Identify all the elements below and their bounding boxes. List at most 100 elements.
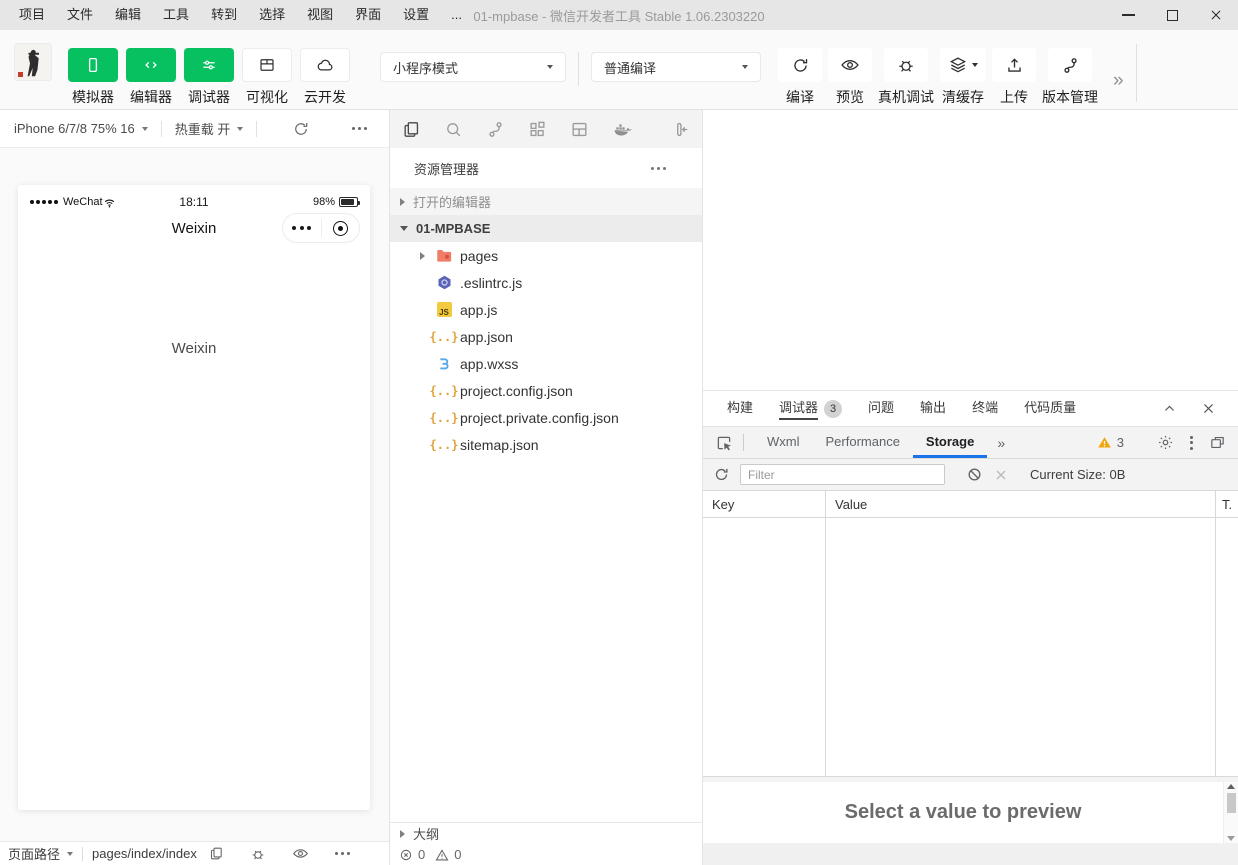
cloud-dev-button[interactable]: 云开发	[296, 48, 354, 109]
hot-reload-select[interactable]: 热重载 开	[175, 119, 244, 138]
editor-toggle-button[interactable]: 编辑器	[122, 48, 180, 109]
menu-settings[interactable]: 设置	[392, 0, 440, 30]
menu-goto[interactable]: 转到	[200, 0, 248, 30]
devtools-settings-button[interactable]	[1157, 434, 1174, 451]
user-avatar[interactable]	[14, 43, 52, 81]
explorer-more-button[interactable]	[651, 167, 666, 170]
tree-item-appjson[interactable]: {..} app.json	[390, 323, 702, 350]
menu-file[interactable]: 文件	[56, 0, 104, 30]
docker-button[interactable]	[612, 119, 633, 140]
tree-item-appjs[interactable]: JS app.js	[390, 296, 702, 323]
toolbar-overflow-chevron[interactable]: »	[1113, 70, 1124, 109]
subtab-performance[interactable]: Performance	[813, 427, 913, 458]
tree-item-projectprivateconfig[interactable]: {..} project.private.config.json	[390, 404, 702, 431]
clear-storage-button[interactable]	[966, 466, 983, 483]
preview-scrollbar[interactable]	[1223, 782, 1238, 843]
visualization-button[interactable]: 可视化	[238, 48, 296, 109]
page-path-select[interactable]: 页面路径	[8, 844, 73, 863]
tab-debugger[interactable]: 调试器 3	[779, 397, 842, 420]
open-editors-section[interactable]: 打开的编辑器	[390, 188, 702, 215]
menu-tools[interactable]: 工具	[152, 0, 200, 30]
version-control-button[interactable]: 版本管理	[1039, 48, 1101, 109]
capsule-home-button[interactable]	[322, 221, 360, 236]
maximize-button[interactable]	[1150, 0, 1194, 30]
menu-more[interactable]: ...	[440, 0, 473, 30]
tree-item-appwxss[interactable]: app.wxss	[390, 350, 702, 377]
console-warning-counter[interactable]: 3	[1097, 435, 1124, 450]
problems-counter[interactable]: 0 0	[390, 844, 702, 865]
compile-button[interactable]: 编译	[775, 48, 825, 109]
panel-collapse-button[interactable]	[1162, 401, 1177, 416]
tree-item-eslintrc[interactable]: .eslintrc.js	[390, 269, 702, 296]
phone-status-bar: WeChat 18:11 98%	[18, 185, 370, 209]
close-button[interactable]	[1194, 0, 1238, 30]
simulator-refresh-button[interactable]	[292, 120, 310, 138]
collapse-sidebar-button[interactable]	[671, 120, 690, 139]
dock-side-button[interactable]	[1209, 434, 1226, 451]
menu-select[interactable]: 选择	[248, 0, 296, 30]
subtab-overflow-chevron[interactable]: »	[987, 427, 1015, 458]
column-value[interactable]: Value	[826, 491, 1216, 517]
menu-project[interactable]: 项目	[8, 0, 56, 30]
scroll-up-arrow-icon[interactable]	[1227, 784, 1235, 789]
mode-select[interactable]: 小程序模式	[380, 52, 566, 82]
subtab-wxml[interactable]: Wxml	[754, 427, 813, 458]
delete-selected-button[interactable]	[993, 467, 1009, 483]
debugger-toggle-button[interactable]: 调试器	[180, 48, 238, 109]
statusbar-more-button[interactable]	[335, 852, 350, 855]
source-control-button[interactable]	[486, 120, 505, 139]
simulator-toggle-button[interactable]: 模拟器	[64, 48, 122, 109]
tab-build[interactable]: 构建	[727, 397, 753, 420]
simulator-more-button[interactable]	[352, 127, 367, 130]
inspect-element-button[interactable]	[715, 427, 733, 458]
project-root-section[interactable]: 01-MPBASE	[390, 215, 702, 242]
outline-section[interactable]: 大纲	[390, 822, 702, 844]
device-debug-label: 真机调试	[878, 87, 934, 107]
subtab-storage[interactable]: Storage	[913, 427, 987, 458]
device-debug-button[interactable]: 真机调试	[875, 48, 937, 109]
column-type[interactable]: T.	[1216, 491, 1238, 517]
refresh-icon	[713, 466, 730, 483]
chevron-down-icon	[547, 65, 553, 69]
extensions-button[interactable]	[528, 120, 547, 139]
storage-filter-input[interactable]	[740, 464, 945, 485]
capsule-more-button[interactable]	[283, 226, 321, 230]
files-view-button[interactable]	[402, 120, 421, 139]
storage-table: Key Value T.	[703, 491, 1238, 777]
tree-item-pages[interactable]: pages	[390, 242, 702, 269]
block-icon	[966, 466, 983, 483]
storage-table-body[interactable]	[703, 518, 1238, 776]
menu-interface[interactable]: 界面	[344, 0, 392, 30]
panel-close-button[interactable]	[1201, 401, 1216, 416]
search-view-button[interactable]	[444, 120, 463, 139]
tree-item-sitemap[interactable]: {..} sitemap.json	[390, 431, 702, 458]
tab-problems[interactable]: 问题	[868, 397, 894, 420]
compile-mode-select[interactable]: 普通编译	[591, 52, 761, 82]
menu-view[interactable]: 视图	[296, 0, 344, 30]
editor-layout-button[interactable]	[570, 120, 589, 139]
phone-screen[interactable]: WeChat 18:11 98% Weixin	[18, 185, 370, 810]
inspect-icon	[715, 434, 733, 452]
simulator-canvas: WeChat 18:11 98% Weixin	[0, 148, 389, 841]
tree-item-projectconfig[interactable]: {..} project.config.json	[390, 377, 702, 404]
tab-terminal[interactable]: 终端	[972, 397, 998, 420]
preview-button[interactable]: 预览	[825, 48, 875, 109]
devtools-more-button[interactable]	[1190, 436, 1193, 450]
device-select[interactable]: iPhone 6/7/8 75% 16	[14, 121, 148, 136]
layout-icon	[258, 56, 276, 74]
statusbar-debug-button[interactable]	[250, 846, 266, 862]
upload-button[interactable]: 上传	[989, 48, 1039, 109]
page-nav-title: Weixin	[172, 220, 217, 237]
storage-refresh-button[interactable]	[713, 466, 730, 483]
menu-edit[interactable]: 编辑	[104, 0, 152, 30]
scroll-down-arrow-icon[interactable]	[1227, 836, 1235, 841]
column-key[interactable]: Key	[703, 491, 826, 517]
minimize-button[interactable]	[1106, 0, 1150, 30]
tab-code-quality[interactable]: 代码质量	[1024, 397, 1076, 420]
copy-path-button[interactable]	[209, 846, 224, 861]
clear-cache-button[interactable]: 清缓存	[937, 48, 989, 109]
tab-output[interactable]: 输出	[920, 397, 946, 420]
scrollbar-thumb[interactable]	[1227, 793, 1236, 813]
statusbar-preview-button[interactable]	[292, 845, 309, 862]
phone-icon	[84, 56, 102, 74]
